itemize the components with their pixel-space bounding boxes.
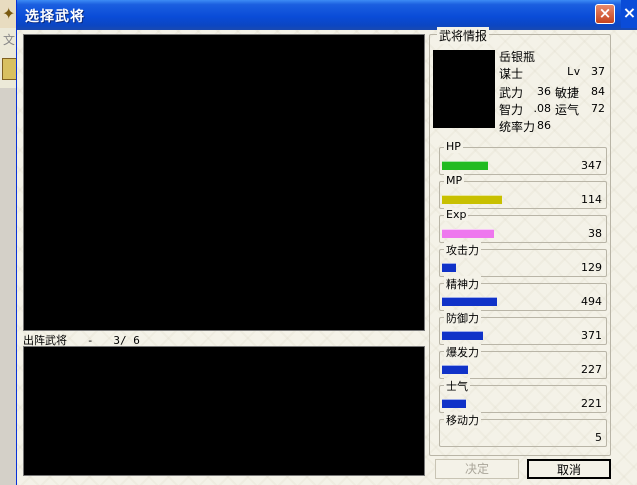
attribute-bar-fill bbox=[442, 331, 483, 340]
attribute-bar-track bbox=[442, 331, 570, 340]
attribute-bar: 精神力 494 bbox=[439, 276, 607, 311]
attribute-bar: 攻击力 129 bbox=[439, 242, 607, 277]
attribute-bar-value: 129 bbox=[581, 261, 602, 274]
attribute-bar-value: 227 bbox=[581, 363, 602, 376]
attribute-bar: 防御力 371 bbox=[439, 310, 607, 345]
stat-label-agility: 敏捷 bbox=[555, 86, 580, 100]
app-logo-icon: ✦ bbox=[2, 4, 16, 23]
attribute-bar-label: Exp bbox=[444, 208, 469, 221]
attribute-bar-fill bbox=[442, 297, 498, 306]
command-label: 统率力 bbox=[499, 120, 536, 134]
attribute-bar-track bbox=[442, 433, 570, 442]
attribute-bar: Exp 38 bbox=[439, 208, 607, 243]
attribute-bar-value: 114 bbox=[581, 193, 602, 206]
close-button[interactable]: × bbox=[595, 4, 615, 24]
command-value: 86 bbox=[537, 119, 551, 132]
select-general-dialog: 选择武将 × × 出阵武将 - 3/ 6 武将情报 岳银瓶 谋士 Lv 37 武… bbox=[16, 0, 637, 485]
attribute-bar-track bbox=[442, 161, 570, 170]
attribute-bar-fill bbox=[442, 399, 467, 408]
attribute-bar-value: 371 bbox=[581, 329, 602, 342]
general-preview-panel[interactable] bbox=[23, 34, 425, 331]
attribute-bar-label: 防御力 bbox=[444, 310, 481, 326]
stat-value-intelligence: .08 bbox=[533, 102, 552, 115]
stat-value-agility: 84 bbox=[591, 85, 605, 98]
attribute-bar-label: 爆发力 bbox=[444, 344, 481, 360]
general-portrait bbox=[433, 50, 495, 128]
attribute-bar-label: 移动力 bbox=[444, 412, 481, 428]
attribute-bar-fill bbox=[442, 263, 457, 272]
attribute-bar-label: 精神力 bbox=[444, 276, 481, 292]
stat-label-intelligence: 智力 bbox=[499, 103, 524, 117]
attribute-bar-track bbox=[442, 365, 570, 374]
dialog-client: 出阵武将 - 3/ 6 武将情报 岳银瓶 谋士 Lv 37 武力 36 敏捷 8… bbox=[17, 27, 637, 485]
general-name: 岳银瓶 bbox=[499, 50, 536, 64]
stat-label-luck: 运气 bbox=[555, 103, 580, 117]
attribute-bar-value: 38 bbox=[588, 227, 602, 240]
attribute-bar-value: 494 bbox=[581, 295, 602, 308]
attribute-bar: 爆发力 227 bbox=[439, 344, 607, 379]
general-info-title: 武将情报 bbox=[437, 27, 490, 44]
background-close-icon[interactable]: × bbox=[621, 0, 637, 28]
attribute-bar: 士气 221 bbox=[439, 378, 607, 413]
attribute-bar: 移动力 5 bbox=[439, 412, 607, 447]
confirm-button[interactable]: 决定 bbox=[435, 459, 519, 479]
attribute-bar-fill bbox=[442, 195, 503, 204]
stat-value-luck: 72 bbox=[591, 102, 605, 115]
attribute-bar-track bbox=[442, 263, 570, 272]
attribute-bar: HP 347 bbox=[439, 140, 607, 175]
attribute-bar-fill bbox=[442, 229, 495, 238]
title-bar[interactable]: 选择武将 × bbox=[17, 0, 637, 30]
attribute-bar-fill bbox=[442, 365, 468, 374]
stat-label-strength: 武力 bbox=[499, 86, 524, 100]
attribute-bar-label: 攻击力 bbox=[444, 242, 481, 258]
general-class: 谋士 bbox=[499, 67, 524, 81]
attribute-bar-track bbox=[442, 229, 570, 238]
attribute-bar-fill bbox=[442, 161, 489, 170]
attribute-bar: MP 114 bbox=[439, 174, 607, 209]
attribute-bar-label: HP bbox=[444, 140, 463, 153]
attribute-bar-value: 5 bbox=[595, 431, 602, 444]
attribute-bar-label: 士气 bbox=[444, 378, 470, 394]
level-value: 37 bbox=[591, 65, 605, 78]
attribute-bar-track bbox=[442, 297, 570, 306]
deployed-generals-list[interactable] bbox=[23, 346, 425, 476]
attribute-bar-track bbox=[442, 399, 570, 408]
attribute-bar-track bbox=[442, 195, 570, 204]
attribute-bar-value: 347 bbox=[581, 159, 602, 172]
attribute-bar-label: MP bbox=[444, 174, 465, 187]
cancel-button[interactable]: 取消 bbox=[527, 459, 611, 479]
level-label: Lv bbox=[567, 65, 581, 78]
attribute-bar-value: 221 bbox=[581, 397, 602, 410]
stat-value-strength: 36 bbox=[537, 85, 551, 98]
background-menu-item[interactable]: 文 bbox=[3, 31, 15, 48]
window-title: 选择武将 bbox=[25, 9, 85, 25]
